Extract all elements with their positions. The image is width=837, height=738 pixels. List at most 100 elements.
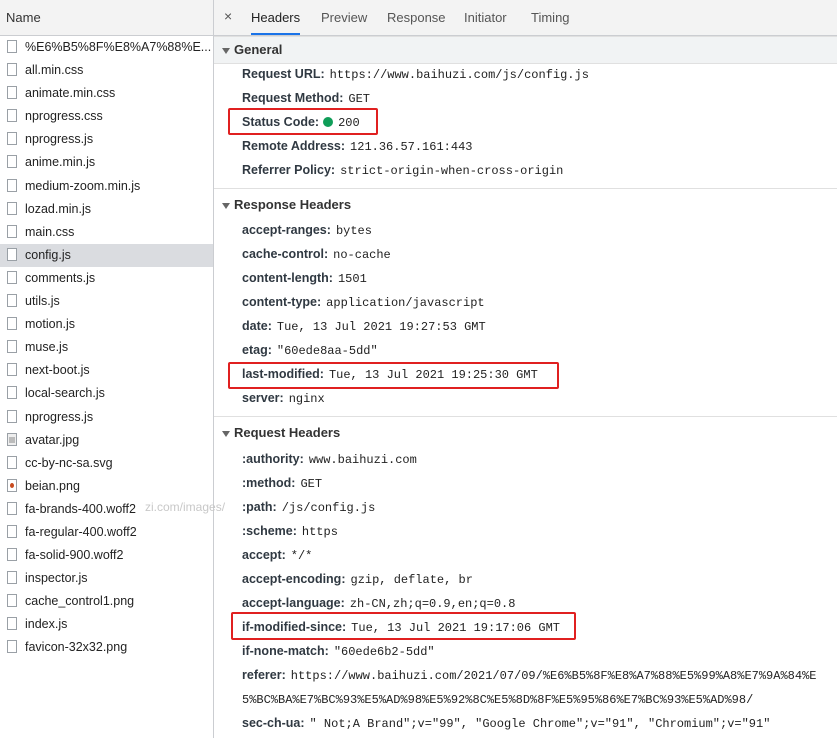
request-row[interactable]: all.min.css — [0, 59, 213, 82]
general-section-title[interactable]: General — [222, 42, 282, 57]
header-key: accept-ranges: — [242, 223, 331, 237]
name-column-header[interactable]: Name — [0, 0, 213, 36]
request-row[interactable]: config.js — [0, 243, 213, 267]
request-row[interactable]: inspector.js — [0, 567, 213, 590]
header-key: :scheme: — [242, 524, 297, 538]
header-value: no-cache — [333, 248, 391, 262]
request-row[interactable]: fa-regular-400.woff2 — [0, 521, 213, 544]
request-row[interactable]: motion.js — [0, 313, 213, 336]
request-row[interactable]: medium-zoom.min.js — [0, 175, 213, 198]
request-name: comments.js — [25, 270, 96, 285]
section-divider — [214, 188, 837, 189]
request-row[interactable]: next-boot.js — [0, 359, 213, 382]
doc-icon — [7, 40, 17, 53]
request-row[interactable]: animate.min.css — [0, 82, 213, 105]
request-row[interactable]: nprogress.css — [0, 105, 213, 128]
request-name: config.js — [25, 247, 71, 262]
response-headers-section-title[interactable]: Response Headers — [222, 197, 351, 212]
header-value: /js/config.js — [281, 501, 376, 515]
request-row[interactable]: cc-by-nc-sa.svg — [0, 452, 213, 475]
last-modified-highlight-box — [228, 362, 559, 389]
doc-icon — [7, 109, 17, 123]
request-name: favicon-32x32.png — [25, 640, 128, 655]
request-row[interactable]: %E6%B5%8F%E8%A7%88%E... — [0, 36, 213, 59]
header-key: :method: — [242, 476, 296, 490]
details-tabbar: × Headers Preview Response Initiator Tim… — [214, 0, 837, 36]
doc-icon — [7, 409, 17, 423]
doc-icon — [7, 155, 17, 169]
close-icon[interactable]: × — [224, 8, 232, 24]
doc-icon — [7, 501, 17, 515]
request-name: next-boot.js — [25, 363, 90, 378]
header-key: :path: — [242, 500, 277, 514]
header-value: nginx — [288, 392, 325, 406]
request-row[interactable]: fa-solid-900.woff2 — [0, 544, 213, 567]
request-row[interactable]: avatar.jpg — [0, 429, 213, 452]
request-row[interactable]: comments.js — [0, 267, 213, 290]
request-row[interactable]: muse.js — [0, 336, 213, 359]
doc-icon — [7, 640, 17, 654]
doc-icon — [7, 132, 17, 146]
doc-icon — [7, 386, 17, 400]
doc-icon — [7, 63, 17, 77]
header-value: bytes — [335, 224, 372, 238]
request-header-row: referer: https://www.baihuzi.com/2021/07/… — [242, 668, 816, 683]
request-name: motion.js — [25, 317, 76, 332]
request-name: fa-brands-400.woff2 — [25, 501, 136, 516]
request-name: index.js — [25, 617, 68, 632]
doc-icon — [7, 455, 17, 469]
request-row[interactable]: beian.png — [0, 475, 213, 498]
header-value: " Not;A Brand";v="99", "Google Chrome";v… — [309, 717, 771, 731]
request-row[interactable]: utils.js — [0, 290, 213, 313]
request-name: cache_control1.png — [25, 594, 135, 609]
header-key: etag: — [242, 343, 272, 357]
request-row[interactable]: local-search.js — [0, 382, 213, 405]
request-row[interactable]: nprogress.js — [0, 128, 213, 151]
request-row[interactable]: cache_control1.png — [0, 590, 213, 613]
header-value: https — [301, 525, 338, 539]
header-value: Tue, 13 Jul 2021 19:27:53 GMT — [276, 320, 486, 334]
doc-icon — [7, 294, 17, 308]
tab-preview[interactable]: Preview — [321, 0, 367, 35]
image-icon — [7, 432, 17, 446]
request-name: beian.png — [25, 478, 80, 493]
header-value: */* — [290, 549, 313, 563]
request-name: nprogress.js — [25, 132, 94, 147]
request-name: medium-zoom.min.js — [25, 178, 141, 193]
file-list: %E6%B5%8F%E8%A7%88%E... all.min.css animat… — [0, 36, 213, 660]
request-name: fa-regular-400.woff2 — [25, 524, 137, 539]
request-name: utils.js — [25, 294, 60, 309]
header-key: referer: — [242, 668, 286, 682]
tab-timing[interactable]: Timing — [531, 0, 570, 35]
response-header-row: accept-ranges: bytes — [242, 223, 372, 238]
request-name: %E6%B5%8F%E8%A7%88%E... — [25, 40, 212, 54]
header-key: accept-language: — [242, 596, 345, 610]
request-row[interactable]: anime.min.js — [0, 151, 213, 174]
response-header-row: date: Tue, 13 Jul 2021 19:27:53 GMT — [242, 319, 486, 334]
request-row[interactable]: lozad.min.js — [0, 198, 213, 221]
request-name: nprogress.js — [25, 409, 94, 424]
doc-icon — [7, 247, 17, 261]
request-headers-section-title[interactable]: Request Headers — [222, 425, 340, 440]
header-value: GET — [300, 477, 323, 491]
request-header-row: :authority: www.baihuzi.com — [242, 452, 417, 467]
header-key: if-none-match: — [242, 644, 329, 658]
request-row[interactable]: index.js — [0, 613, 213, 636]
doc-icon — [7, 86, 17, 100]
general-section-bar — [214, 36, 837, 64]
request-name: local-search.js — [25, 386, 105, 401]
doc-icon — [7, 340, 17, 354]
response-header-row: server: nginx — [242, 391, 325, 406]
tab-initiator[interactable]: Initiator — [464, 0, 507, 35]
tab-response[interactable]: Response — [387, 0, 446, 35]
request-row[interactable]: main.css — [0, 221, 213, 244]
general-remote-address: Remote Address: 121.36.57.161:443 — [242, 139, 473, 154]
details-panel: × Headers Preview Response Initiator Tim… — [214, 0, 837, 738]
doc-icon — [7, 178, 17, 192]
general-request-method: Request Method: GET — [242, 91, 370, 106]
header-value: gzip, deflate, br — [350, 573, 473, 587]
tab-headers[interactable]: Headers — [251, 0, 301, 35]
status-code-highlight-box — [228, 108, 378, 135]
request-row[interactable]: nprogress.js — [0, 406, 213, 429]
request-row[interactable]: favicon-32x32.png — [0, 636, 213, 659]
